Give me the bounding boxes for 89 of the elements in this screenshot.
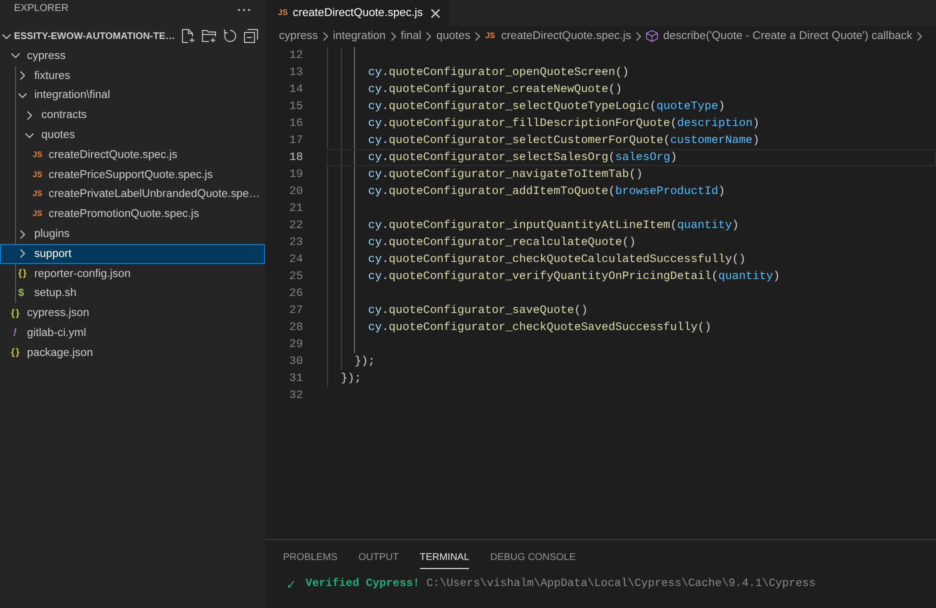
code-line: cy.quoteConfigurator_openQuoteScreen() xyxy=(368,64,629,80)
new-folder-icon[interactable] xyxy=(202,29,216,43)
code-line: cy.quoteConfigurator_selectQuoteTypeLogic(quoteType) xyxy=(368,98,726,114)
chevron-right-icon[interactable] xyxy=(27,110,32,120)
code-line: cy.quoteConfigurator_selectSalesOrg(salesOrg) xyxy=(368,150,678,166)
line-number: 17 xyxy=(289,132,303,148)
line-number: 28 xyxy=(289,320,303,336)
code-line: cy.quoteConfigurator_checkQuoteSavedSuccessfully() xyxy=(368,320,712,336)
panel-tab[interactable]: OUTPUT xyxy=(358,552,399,569)
code-line: cy.quoteConfigurator_inputQuantityAtLineItem(quantity) xyxy=(368,218,739,234)
line-number: 23 xyxy=(289,234,303,250)
code-line: cy.quoteConfigurator_addItemToQuote(browseProductId) xyxy=(368,184,726,200)
tree-item[interactable]: {} package.json xyxy=(0,342,265,363)
code-line: }); xyxy=(354,354,376,370)
code-line: cy.quoteConfigurator_checkQuoteCalculatedSuccessfully() xyxy=(368,252,746,268)
line-number: 29 xyxy=(289,336,303,352)
chevron-right-icon[interactable] xyxy=(20,249,26,258)
chevron-down-icon[interactable] xyxy=(2,34,11,38)
chevron-right-icon[interactable] xyxy=(20,230,26,239)
code-line: cy.quoteConfigurator_saveQuote() xyxy=(368,302,588,318)
panel-title: EXPLORER xyxy=(14,3,68,15)
breadcrumb-item[interactable]: cypress xyxy=(279,30,318,42)
status-message: Verified Cypress! xyxy=(305,577,420,592)
chevron-right-icon xyxy=(426,32,432,40)
line-number: 15 xyxy=(289,98,303,114)
check-icon: ✓ xyxy=(286,577,296,592)
line-number: 18 xyxy=(289,150,303,166)
tree-item[interactable]: ! gitlab-ci.yml xyxy=(0,323,265,343)
tree-item[interactable]: support xyxy=(0,244,265,264)
line-number: 24 xyxy=(289,252,303,268)
cube-icon xyxy=(646,30,658,42)
line-number: 31 xyxy=(289,370,303,386)
line-number: 21 xyxy=(289,200,303,216)
editor-tab[interactable]: JS createDirectQuote.spec.js xyxy=(265,0,449,26)
chevron-right-icon xyxy=(475,32,480,40)
breadcrumb-item[interactable]: JS createDirectQuote.spec.js xyxy=(485,30,632,42)
line-number: 26 xyxy=(289,286,303,302)
chevron-down-icon[interactable] xyxy=(18,92,28,98)
line-number: 30 xyxy=(289,354,303,370)
js-icon: JS xyxy=(278,9,288,17)
js-icon: JS xyxy=(32,150,42,159)
code-line: }); xyxy=(340,370,362,386)
line-number: 32 xyxy=(289,388,303,404)
refresh-icon[interactable] xyxy=(223,29,237,43)
code-line: cy.quoteConfigurator_createNewQuote() xyxy=(368,82,622,98)
js-icon: JS xyxy=(485,32,496,40)
close-icon[interactable] xyxy=(430,8,440,18)
code-line: cy.quoteConfigurator_recalculateQuote() xyxy=(368,234,636,250)
breadcrumb-item[interactable]: quotes xyxy=(436,30,470,42)
line-number: 27 xyxy=(289,302,303,318)
chevron-right-icon xyxy=(322,32,328,40)
exclamation-icon: ! xyxy=(13,328,17,339)
braces-icon: {} xyxy=(18,268,28,278)
code-line: cy.quoteConfigurator_verifyQuantityOnPricingDetail(quantity) xyxy=(368,268,780,284)
chevron-right-icon xyxy=(917,32,922,40)
code-line: cy.quoteConfigurator_navigateToItemTab() xyxy=(368,166,643,182)
line-number: 14 xyxy=(289,82,303,98)
code-line: cy.quoteConfigurator_fillDescriptionForQuote(description) xyxy=(368,116,760,132)
line-number: 16 xyxy=(289,116,303,132)
tree-item[interactable]: cypress xyxy=(0,46,265,66)
line-number: 22 xyxy=(289,218,303,234)
chevron-right-icon xyxy=(636,32,642,40)
line-number: 20 xyxy=(289,184,303,200)
js-icon: JS xyxy=(32,210,42,218)
panel-tab[interactable]: PROBLEMS xyxy=(283,552,338,569)
panel-tab[interactable]: TERMINAL xyxy=(420,552,470,569)
chevron-right-icon[interactable] xyxy=(20,71,26,80)
collapse-all-icon[interactable] xyxy=(244,29,258,43)
line-number: 25 xyxy=(289,268,303,284)
breadcrumb-item[interactable]: integration xyxy=(332,30,386,42)
braces-icon: {} xyxy=(11,308,20,318)
breadcrumb-item[interactable]: final xyxy=(400,30,422,42)
code-line: cy.quoteConfigurator_selectCustomerForQuote(customerName) xyxy=(368,132,760,148)
panel-tab[interactable]: DEBUG CONSOLE xyxy=(490,552,576,569)
line-number: 19 xyxy=(289,166,303,182)
braces-icon: {} xyxy=(11,348,20,358)
line-number: 12 xyxy=(289,48,303,64)
dollar-icon: $ xyxy=(18,288,24,299)
tree-item[interactable]: {} cypress.json xyxy=(0,303,265,324)
breadcrumb-item[interactable]: describe('Quote - Create a Direct Quote') callback xyxy=(646,30,912,42)
path-text: C:\Users\vishalm\AppData\Local\Cypress\Cache\9.4.1\Cypress xyxy=(426,577,816,592)
line-number: 13 xyxy=(289,64,303,80)
chevron-right-icon xyxy=(390,32,396,40)
folder-title[interactable]: ESSITY-EWOW-AUTOMATION-TE… xyxy=(14,30,175,42)
new-file-icon[interactable] xyxy=(181,29,195,43)
chevron-down-icon[interactable] xyxy=(25,132,34,138)
js-icon: JS xyxy=(32,170,42,179)
chevron-down-icon[interactable] xyxy=(11,53,20,58)
js-icon: JS xyxy=(32,190,42,198)
